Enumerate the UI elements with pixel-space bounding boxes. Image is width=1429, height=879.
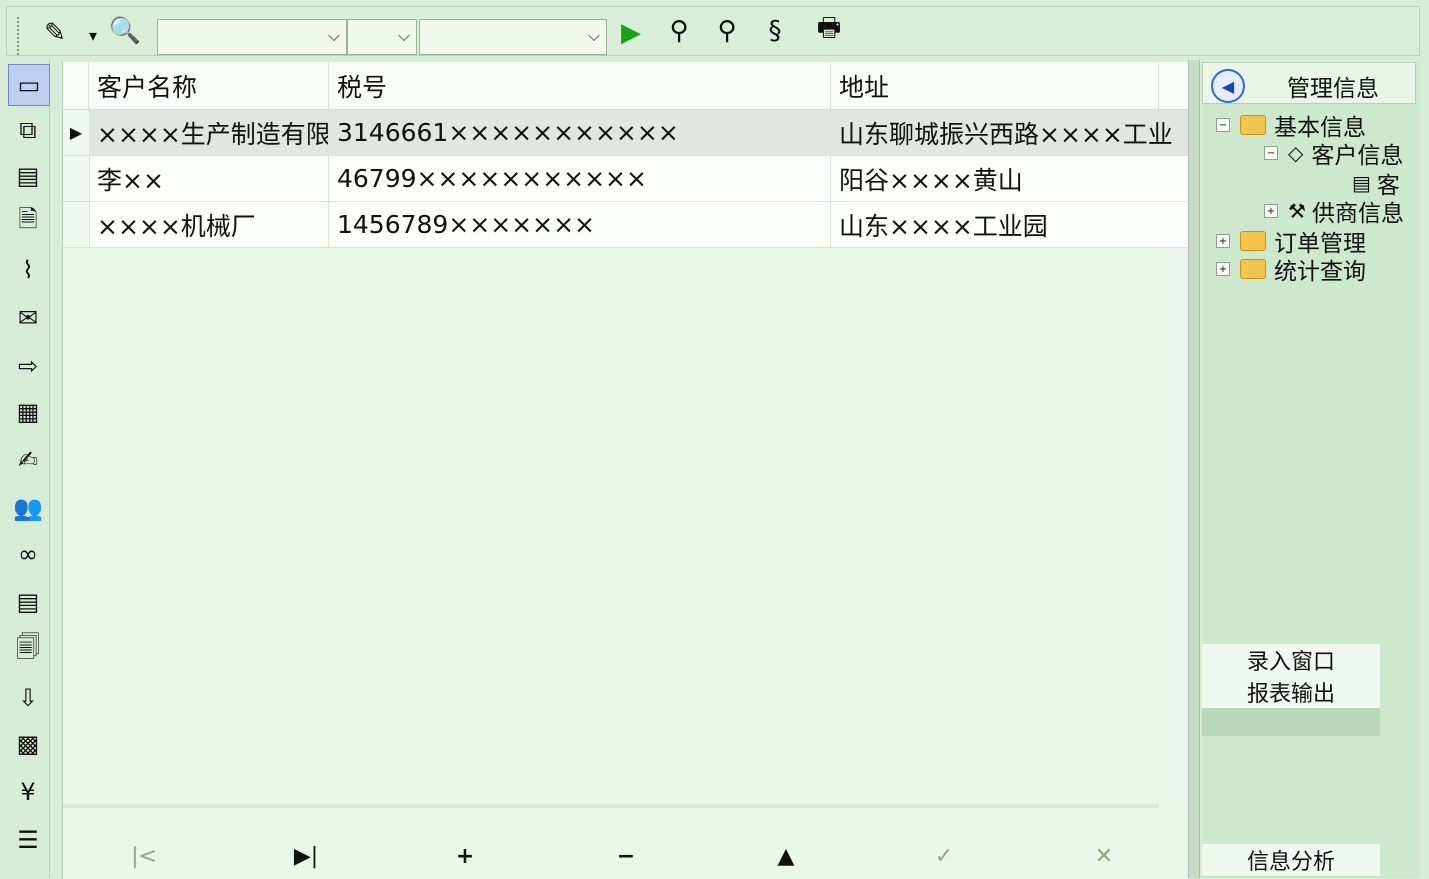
header-indicator xyxy=(63,62,89,110)
cell-customer-name[interactable]: 李×× xyxy=(89,156,329,201)
collapse-node-icon[interactable]: − xyxy=(1264,146,1278,160)
mail-icon[interactable]: ✉ xyxy=(8,298,48,338)
cell-customer-name[interactable]: ××××生产制造有限 xyxy=(89,110,329,155)
table-icon[interactable]: ▦ xyxy=(8,392,48,432)
folder-icon xyxy=(1240,231,1266,251)
panel-header: ◀ 管理信息 xyxy=(1202,62,1416,104)
chart-icon[interactable]: ⌇ xyxy=(8,250,48,290)
panel-spacer xyxy=(1202,708,1380,736)
column-header-address[interactable]: 地址 xyxy=(831,62,1159,110)
list-icon[interactable]: ▤ xyxy=(8,156,48,196)
record-navigator: |< ▶| + − ▲ ✓ ✕ xyxy=(62,808,1162,878)
window-icon[interactable]: ▭ xyxy=(8,64,50,106)
post-record-button[interactable]: ✓ xyxy=(924,836,964,876)
first-record-button[interactable]: |< xyxy=(124,836,164,876)
money-icon[interactable]: ¥ xyxy=(8,772,48,812)
document-icon[interactable]: 🗎 xyxy=(8,202,48,242)
folder-icon xyxy=(1240,115,1266,135)
combo-field-2[interactable]: ⌵ xyxy=(347,19,417,55)
left-icon-bar: ▭ ⧉ ▤ 🗎 ⌇ ✉ ⇨ ▦ ✍ 👥 ∞ ▤ 🗐 ⇩ ▩ ¥ ☰ xyxy=(6,60,50,878)
notes-icon[interactable]: ☰ xyxy=(8,820,48,860)
flow-icon[interactable]: ⧉ xyxy=(8,110,48,150)
report-icon[interactable]: ▤ xyxy=(8,582,48,622)
row-indicator xyxy=(63,156,90,201)
tree-node-customer-info[interactable]: − ◇ 客户信息 xyxy=(1264,136,1403,170)
combo-field-1[interactable]: ⌵ xyxy=(157,19,347,55)
expand-node-icon[interactable]: + xyxy=(1264,204,1278,218)
toolbar-grip[interactable] xyxy=(17,17,21,55)
chevron-down-icon[interactable]: ⌵ xyxy=(398,26,410,46)
cell-address[interactable]: 阳谷××××黄山 xyxy=(831,156,1191,201)
tree-node-statistics-query[interactable]: + 统计查询 xyxy=(1216,252,1366,286)
window-list-icon: ▤ xyxy=(1352,171,1371,195)
entry-window-button[interactable]: 录入窗口 xyxy=(1202,644,1380,677)
cell-tax-id[interactable]: 46799××××××××××× xyxy=(329,156,831,201)
grid-header: 客户名称 税号 地址 xyxy=(63,62,1191,110)
folder-icon xyxy=(1240,259,1266,279)
print-icon[interactable]: 🖶 xyxy=(807,11,851,51)
table-row[interactable]: ××××机械厂 1456789××××××× 山东××××工业园 xyxy=(63,202,1191,248)
cell-customer-name[interactable]: ××××机械厂 xyxy=(89,202,329,247)
row-indicator xyxy=(63,202,90,247)
tree-label: 供商信息 xyxy=(1311,201,1404,227)
edit-record-button[interactable]: ▲ xyxy=(766,836,806,876)
column-header-customer-name[interactable]: 客户名称 xyxy=(89,62,329,110)
top-toolbar: ✎ ▾ 🔍 ⌵ ⌵ ⌵ ▶ ⚲ ⚲ § 🖶 xyxy=(6,6,1420,56)
info-analysis-button[interactable]: 信息分析 xyxy=(1202,844,1380,877)
tree-label: 客户信息 xyxy=(1311,143,1404,169)
cancel-record-button[interactable]: ✕ xyxy=(1084,836,1124,876)
panel-title: 管理信息 xyxy=(1287,76,1379,102)
report-output-button[interactable]: 报表输出 xyxy=(1202,676,1380,709)
panel-splitter[interactable] xyxy=(1188,60,1200,878)
find-icon[interactable]: ⚲ xyxy=(707,11,747,51)
search-document-icon[interactable]: 🔍 xyxy=(105,11,145,51)
users-icon[interactable]: 👥 xyxy=(8,488,48,528)
chevron-down-icon[interactable]: ⌵ xyxy=(588,26,600,46)
cell-tax-id[interactable]: 1456789××××××× xyxy=(329,202,831,247)
last-record-button[interactable]: ▶| xyxy=(286,836,326,876)
collapse-node-icon[interactable]: − xyxy=(1216,118,1230,132)
cell-address[interactable]: 山东聊城振兴西路××××工业 xyxy=(831,110,1191,155)
expand-node-icon[interactable]: + xyxy=(1216,234,1230,248)
table-row[interactable]: 李×× 46799××××××××××× 阳谷××××黄山 xyxy=(63,156,1191,202)
tree-node-supplier-info[interactable]: + ⚒ 供商信息 xyxy=(1264,194,1404,228)
collapse-icon[interactable]: ◀ xyxy=(1211,69,1245,103)
grid-vertical-scrollbar[interactable] xyxy=(1159,248,1191,808)
add-record-button[interactable]: + xyxy=(445,836,485,876)
file-icon[interactable]: 🗐 xyxy=(8,630,48,670)
cell-tax-id[interactable]: 3146661××××××××××× xyxy=(329,110,831,155)
management-panel: ◀ 管理信息 − 基本信息 − ◇ 客户信息 ▤ 客 + ⚒ 供商信息 + 订单… xyxy=(1202,62,1420,878)
tree-label: 统计查询 xyxy=(1274,259,1366,285)
grid-icon[interactable]: ▩ xyxy=(8,724,48,764)
network-icon[interactable]: ∞ xyxy=(8,534,48,574)
supplier-icon: ⚒ xyxy=(1288,199,1306,223)
edit-icon[interactable]: ✍ xyxy=(8,440,48,480)
table-row[interactable]: ▶ ××××生产制造有限 3146661××××××××××× 山东聊城振兴西路… xyxy=(63,110,1191,156)
pencil-icon[interactable]: ✎ xyxy=(35,13,75,53)
combo-field-3[interactable]: ⌵ xyxy=(419,19,607,55)
export-icon[interactable]: ⇩ xyxy=(8,678,48,718)
tag-icon: ◇ xyxy=(1288,141,1304,165)
current-row-indicator-icon: ▶ xyxy=(63,110,90,155)
import-icon[interactable]: ⇨ xyxy=(8,346,48,386)
expand-node-icon[interactable]: + xyxy=(1216,262,1230,276)
run-icon[interactable]: ▶ xyxy=(613,13,649,53)
chevron-down-icon[interactable]: ⌵ xyxy=(328,26,340,46)
find-user-icon[interactable]: ⚲ xyxy=(659,11,699,51)
delete-record-button[interactable]: − xyxy=(606,836,646,876)
column-header-tax-id[interactable]: 税号 xyxy=(329,62,831,110)
dropdown-arrow-icon[interactable]: ▾ xyxy=(83,17,103,53)
refresh-icon[interactable]: § xyxy=(755,11,795,51)
data-grid: 客户名称 税号 地址 ▶ ××××生产制造有限 3146661×××××××××… xyxy=(62,62,1191,879)
cell-address[interactable]: 山东××××工业园 xyxy=(831,202,1191,247)
